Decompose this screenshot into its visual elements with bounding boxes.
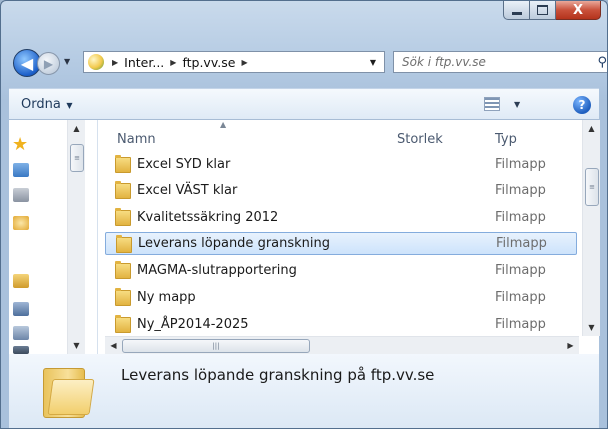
close-button[interactable]: X [556, 1, 601, 20]
folder-icon [115, 208, 131, 226]
file-row[interactable]: Ny mapp Filmapp [105, 286, 577, 309]
back-arrow-icon: ◀ [20, 53, 34, 73]
column-header-size[interactable]: Storlek [397, 132, 443, 147]
file-row[interactable]: Excel VÄST klar Filmapp [105, 179, 577, 202]
minimize-icon [511, 11, 522, 15]
desktop-icon[interactable] [13, 163, 29, 177]
file-row[interactable]: Excel SYD klar Filmapp [105, 153, 577, 176]
details-title: Leverans löpande granskning på ftp.vv.se [121, 366, 435, 384]
file-type: Filmapp [495, 263, 546, 278]
recent-places-icon[interactable] [13, 216, 29, 230]
content-area: ★ ▲ ≡ ▼ ▲ Namn Storlek Typ Excel SYD kla… [9, 120, 600, 355]
recent-pages-dropdown[interactable]: ▼ [64, 57, 70, 66]
computer-icon[interactable] [13, 302, 29, 316]
scroll-thumb[interactable]: ≡ [585, 168, 599, 206]
column-header-name[interactable]: Namn [117, 132, 156, 147]
file-name: Leverans löpande granskning [138, 236, 331, 251]
scroll-thumb[interactable]: ≡ [70, 144, 84, 172]
scroll-left-icon[interactable]: ◀ [105, 337, 122, 354]
maximize-icon [537, 5, 548, 15]
drive-icon[interactable] [13, 326, 29, 340]
file-list: ▲ Namn Storlek Typ Excel SYD klar Filmap… [105, 120, 579, 336]
folder-icon [116, 235, 132, 253]
help-icon: ? [578, 98, 586, 112]
navpane-scrollbar[interactable]: ▲ ≡ ▼ [67, 120, 85, 354]
file-name: Ny mapp [137, 290, 196, 305]
view-details-icon [484, 97, 500, 111]
scroll-up-icon[interactable]: ▲ [68, 120, 85, 137]
navigation-pane: ★ ▲ ≡ ▼ [9, 120, 98, 354]
file-type: Filmapp [495, 157, 546, 172]
scroll-right-icon[interactable]: ▶ [562, 337, 579, 354]
search-placeholder: Sök i ftp.vv.se [402, 55, 486, 69]
change-view-button[interactable]: ▼ [484, 97, 520, 111]
file-row-selected[interactable]: Leverans löpande granskning Filmapp [105, 232, 577, 255]
sort-ascending-icon: ▲ [220, 120, 227, 129]
minimize-button[interactable] [503, 1, 530, 20]
maximize-button[interactable] [530, 1, 556, 20]
column-header-type[interactable]: Typ [495, 132, 517, 147]
folder-icon [115, 181, 131, 199]
file-name: Ny_ÅP2014-2025 [137, 317, 249, 332]
file-row[interactable]: MAGMA-slutrapportering Filmapp [105, 259, 577, 282]
network-location-icon [88, 54, 104, 70]
breadcrumb-item-current[interactable]: ftp.vv.se [182, 55, 235, 70]
breadcrumb-separator-icon[interactable]: ▶ [241, 58, 247, 67]
file-name: Excel VÄST klar [137, 183, 238, 198]
window-controls: X [503, 1, 601, 20]
file-type: Filmapp [495, 290, 546, 305]
file-type: Filmapp [496, 236, 547, 251]
file-type: Filmapp [495, 210, 546, 225]
scroll-down-icon[interactable]: ▼ [583, 319, 600, 336]
search-icon[interactable]: ⚲ [597, 55, 607, 70]
command-bar: Ordna ▼ ▼ ? [9, 88, 599, 120]
favorites-star-icon[interactable]: ★ [12, 136, 28, 154]
file-name: Kvalitetssäkring 2012 [137, 210, 279, 225]
filelist-vertical-scrollbar[interactable]: ▲ ≡ ▼ [582, 120, 600, 336]
scroll-up-icon[interactable]: ▲ [583, 120, 600, 137]
file-type: Filmapp [495, 183, 546, 198]
folder-icon [115, 315, 131, 333]
chevron-down-icon: ▼ [514, 99, 521, 109]
filelist-horizontal-scrollbar[interactable]: ◀ ||| ▶ [105, 336, 579, 354]
large-folder-icon [43, 368, 85, 418]
folder-icon [115, 261, 131, 279]
forward-button[interactable]: ▶ [37, 52, 60, 75]
address-dropdown-icon[interactable]: ▼ [370, 58, 376, 67]
address-bar[interactable]: ▶ Inter... ▶ ftp.vv.se ▶ ▼ [83, 51, 385, 73]
scroll-down-icon[interactable]: ▼ [68, 337, 85, 354]
libraries-icon[interactable] [13, 274, 29, 288]
breadcrumb-separator-icon[interactable]: ▶ [170, 58, 176, 67]
navigation-bar: ◀ ▶ ▼ ▶ Inter... ▶ ftp.vv.se ▶ ▼ ⇄ Sök i… [1, 45, 607, 79]
file-row[interactable]: Kvalitetssäkring 2012 Filmapp [105, 206, 577, 229]
file-type: Filmapp [495, 317, 546, 332]
search-box[interactable]: Sök i ftp.vv.se ⚲ [393, 51, 607, 73]
chevron-down-icon: ▼ [63, 100, 73, 110]
organize-menu[interactable]: Ordna ▼ [21, 97, 73, 112]
scroll-thumb[interactable]: ||| [122, 339, 310, 353]
explorer-window: X ◀ ▶ ▼ ▶ Inter... ▶ ftp.vv.se ▶ ▼ ⇄ Sök… [0, 0, 608, 429]
file-name: Excel SYD klar [137, 157, 231, 172]
forward-arrow-icon: ▶ [43, 56, 54, 71]
file-row[interactable]: Ny_ÅP2014-2025 Filmapp [105, 313, 577, 336]
help-button[interactable]: ? [573, 96, 591, 114]
file-name: MAGMA-slutrapportering [137, 263, 297, 278]
close-icon: X [572, 2, 584, 18]
breadcrumb-item[interactable]: Inter... [124, 55, 164, 70]
folder-icon [115, 155, 131, 173]
details-pane: Leverans löpande granskning på ftp.vv.se [9, 354, 599, 428]
folder-icon [115, 288, 131, 306]
network-icon[interactable] [13, 346, 29, 354]
downloads-icon[interactable] [13, 188, 29, 202]
breadcrumb-separator-icon[interactable]: ▶ [112, 58, 118, 67]
organize-label: Ordna [21, 96, 61, 112]
